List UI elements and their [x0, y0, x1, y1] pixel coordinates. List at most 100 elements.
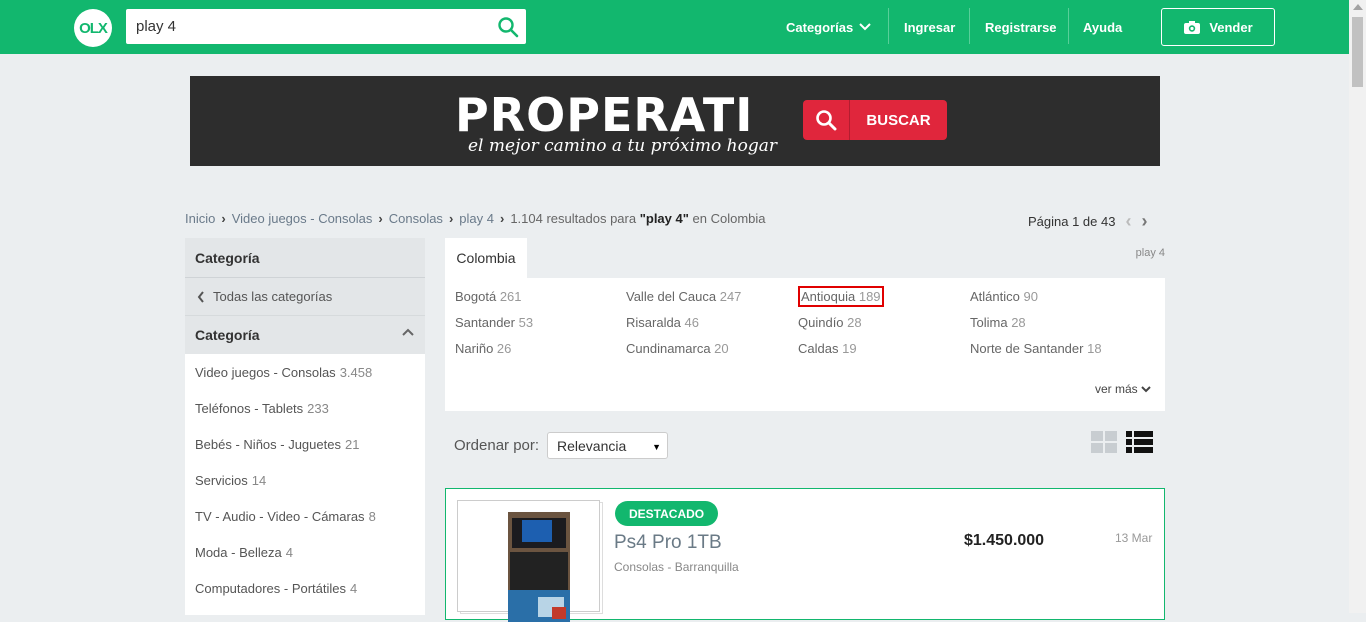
listing-date: 13 Mar	[1115, 531, 1153, 545]
prev-page-icon[interactable]: ‹	[1125, 211, 1131, 232]
all-categories-label: Todas las categorías	[213, 289, 333, 304]
location-name: Tolima	[970, 315, 1008, 330]
results-query: "play 4"	[639, 211, 689, 226]
chevron-down-icon	[1141, 386, 1151, 393]
location-item[interactable]: Cundinamarca 20	[626, 341, 729, 356]
scroll-thumb[interactable]	[1352, 17, 1363, 87]
categorias-menu[interactable]: Categorías	[786, 0, 872, 54]
list-view-icon[interactable]	[1126, 431, 1153, 453]
search-icon[interactable]	[496, 15, 520, 39]
search-box	[126, 9, 526, 44]
banner-search-button[interactable]: BUSCAR	[803, 100, 947, 140]
location-count: 28	[847, 315, 862, 330]
tab-colombia[interactable]: Colombia	[445, 238, 527, 278]
location-count: 19	[842, 341, 857, 356]
category-count: 3.458	[339, 364, 373, 380]
chevron-left-icon	[197, 290, 204, 303]
location-count: 90	[1023, 289, 1038, 304]
sort-label: Ordenar por:	[454, 437, 540, 454]
banner-button-label: BUSCAR	[866, 111, 931, 129]
ver-mas-link[interactable]: ver más	[1095, 382, 1151, 396]
location-count: 18	[1087, 341, 1102, 356]
breadcrumb-item-inicio[interactable]: Inicio	[185, 211, 215, 226]
breadcrumb-item-consolas[interactable]: Consolas	[389, 211, 443, 226]
location-count: 20	[714, 341, 729, 356]
grid-view-icon[interactable]	[1091, 431, 1117, 453]
query-tag: play 4	[1135, 247, 1165, 259]
breadcrumb-item-query[interactable]: play 4	[459, 211, 494, 226]
sort-selected: Relevancia	[557, 437, 627, 454]
category-section-title: Categoría	[195, 327, 260, 343]
breadcrumb-item-video-juegos[interactable]: Video juegos - Consolas	[232, 211, 373, 226]
ver-mas-label: ver más	[1094, 382, 1138, 396]
search-icon	[816, 110, 837, 131]
location-item[interactable]: Tolima 28	[970, 315, 1026, 330]
listing-price: $1.450.000	[964, 532, 1045, 549]
ayuda-link[interactable]: Ayuda	[1083, 0, 1122, 54]
location-item[interactable]: Caldas 19	[798, 341, 857, 356]
category-label: Bebés - Niños - Juguetes	[195, 436, 341, 452]
ingresar-link[interactable]: Ingresar	[904, 0, 955, 54]
registrarse-link[interactable]: Registrarse	[985, 0, 1057, 54]
category-item[interactable]: TV - Audio - Video - Cámaras 8	[185, 498, 425, 534]
category-item[interactable]: Computadores - Portátiles 4	[185, 570, 425, 606]
nav-divider	[888, 8, 889, 44]
category-item[interactable]: Video juegos - Consolas 3.458	[185, 354, 425, 390]
location-item[interactable]: Bogotá 261	[455, 289, 522, 304]
properati-banner[interactable]: PROPERATI el mejor camino a tu próximo h…	[190, 76, 1160, 166]
category-label: Moda - Belleza	[195, 544, 282, 560]
location-item[interactable]: Norte de Santander 18	[970, 341, 1102, 356]
search-input[interactable]	[136, 9, 476, 44]
camera-icon	[1184, 20, 1201, 34]
location-name: Nariño	[455, 341, 494, 356]
results-location: en Colombia	[692, 211, 766, 226]
scroll-up-icon[interactable]	[1353, 4, 1363, 10]
olx-logo[interactable]: OLX	[74, 9, 112, 47]
location-panel: Colombia play 4 Bogotá 261 Valle del Cau…	[445, 238, 1165, 411]
location-item[interactable]: Atlántico 90	[970, 289, 1038, 304]
location-count: 247	[719, 289, 742, 304]
chevron-up-icon	[402, 328, 414, 336]
location-name: Cundinamarca	[626, 341, 711, 356]
location-item[interactable]: Santander 53	[455, 315, 533, 330]
chevron-right-icon: ›	[499, 211, 505, 226]
category-item[interactable]: Moda - Belleza 4	[185, 534, 425, 570]
location-count: 28	[1011, 315, 1026, 330]
listing-card[interactable]: DESTACADO Ps4 Pro 1TB Consolas - Barranq…	[445, 488, 1165, 622]
chevron-right-icon: ›	[448, 211, 454, 226]
location-count: 53	[518, 315, 534, 330]
results-count: 1.104 resultados para	[510, 211, 637, 226]
location-grid: Bogotá 261 Valle del Cauca 247 Antioquia…	[445, 278, 1165, 411]
location-item[interactable]: Nariño 26	[455, 341, 511, 356]
location-name: Santander	[455, 315, 515, 330]
vender-button[interactable]: Vender	[1161, 8, 1275, 46]
category-item[interactable]: Servicios 14	[185, 462, 425, 498]
sidebar-heading: Categoría	[185, 238, 425, 278]
scrollbar[interactable]	[1349, 0, 1366, 613]
location-name: Caldas	[798, 341, 839, 356]
location-count: 261	[499, 289, 522, 304]
category-section-header[interactable]: Categoría	[185, 316, 425, 354]
banner-subtitle: el mejor camino a tu próximo hogar	[468, 136, 777, 156]
pager: Página 1 de 43 ‹ ›	[1028, 211, 1147, 232]
all-categories-link[interactable]: Todas las categorías	[185, 278, 425, 316]
chevron-right-icon: ›	[378, 211, 383, 226]
category-item[interactable]: Bebés - Niños - Juguetes 21	[185, 426, 425, 462]
location-item[interactable]: Risaralda 46	[626, 315, 699, 330]
category-label: Teléfonos - Tablets	[195, 400, 304, 416]
location-name: Valle del Cauca	[626, 289, 717, 304]
listing-thumbnail[interactable]	[457, 500, 600, 622]
category-count: 4	[350, 580, 358, 596]
results-summary: 1.104 resultados para "play 4" en Colomb…	[510, 211, 765, 226]
next-page-icon[interactable]: ›	[1141, 211, 1147, 232]
category-label: Video juegos - Consolas	[195, 364, 336, 380]
listing-title[interactable]: Ps4 Pro 1TB	[614, 532, 722, 554]
category-count: 8	[368, 508, 376, 524]
sort-select[interactable]: Relevancia ▼	[547, 432, 668, 459]
location-item[interactable]: Valle del Cauca 247	[626, 289, 741, 304]
location-item[interactable]: Quindío 28	[798, 315, 862, 330]
location-name: Atlántico	[970, 289, 1020, 304]
category-item[interactable]: Teléfonos - Tablets 233	[185, 390, 425, 426]
category-label: Servicios	[195, 472, 248, 488]
location-item-antioquia[interactable]: Antioquia 189	[798, 286, 884, 307]
